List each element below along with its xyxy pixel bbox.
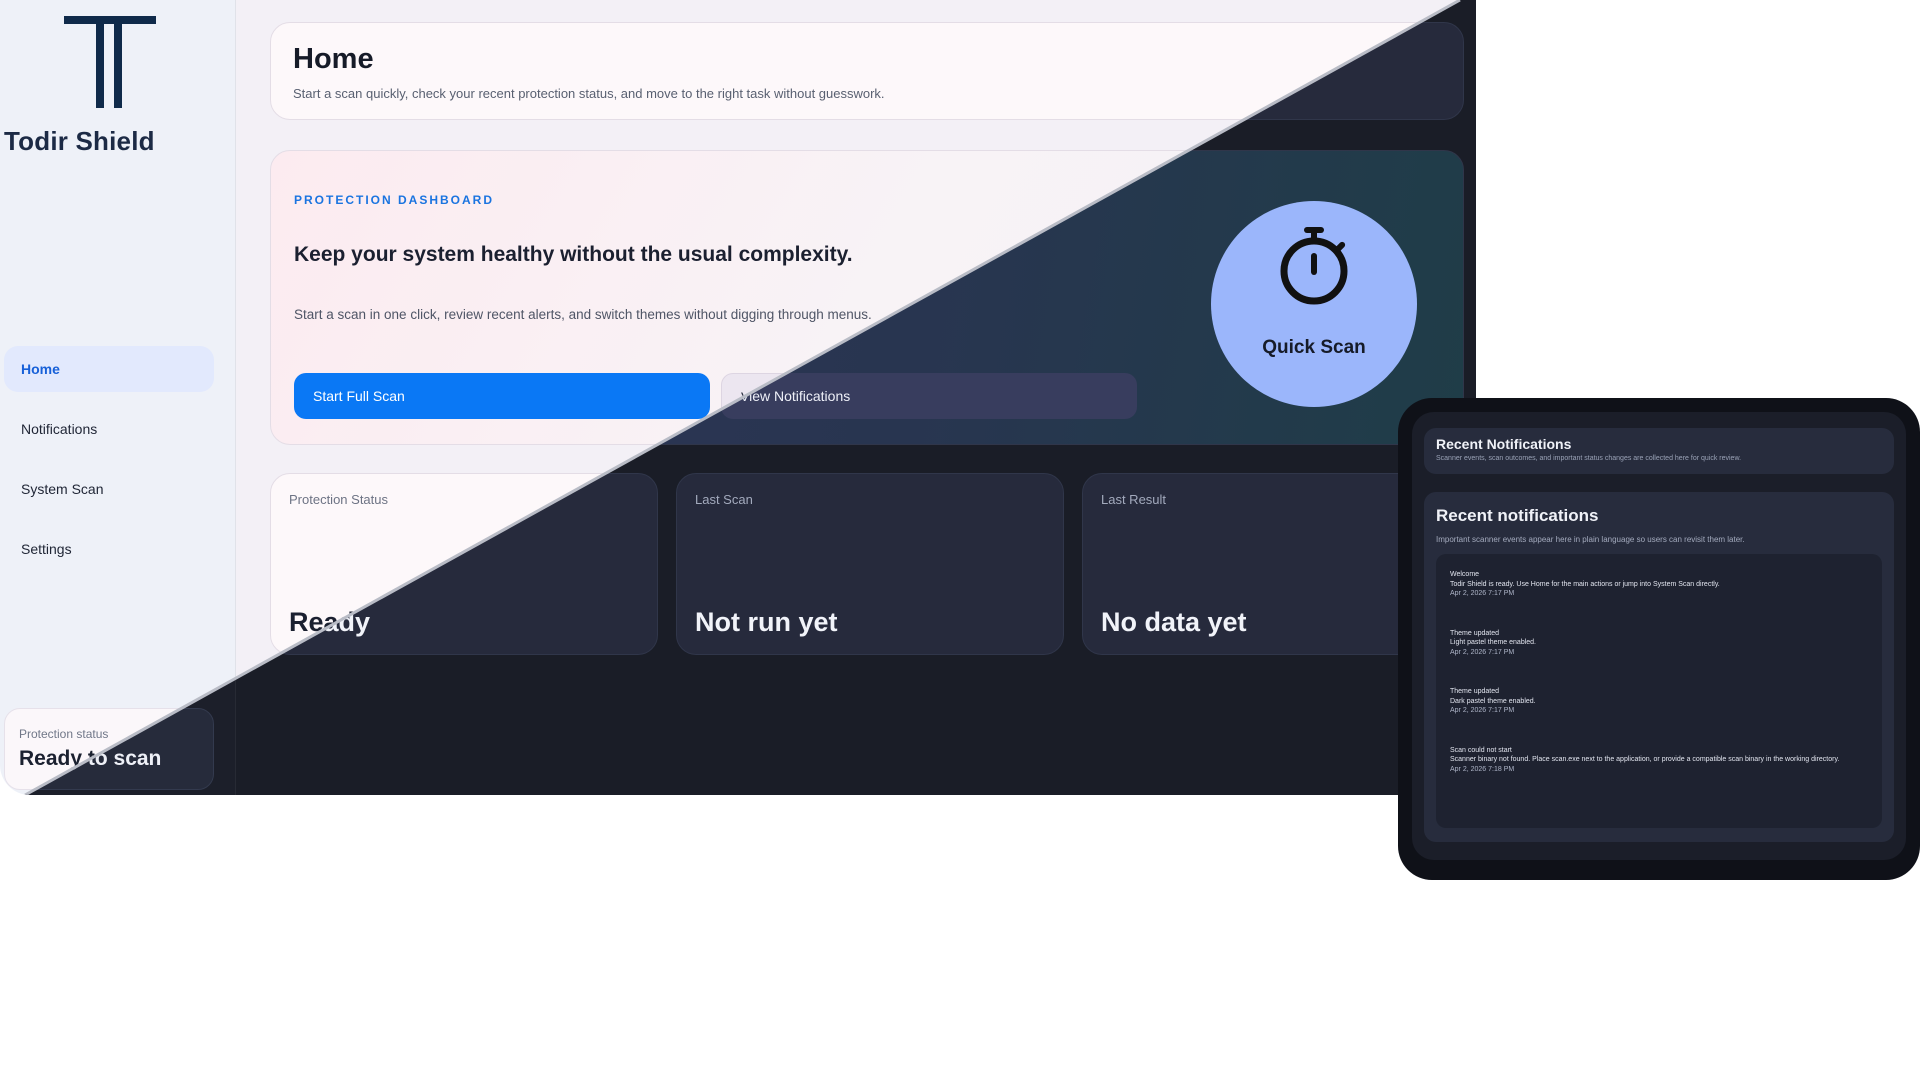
page-subtitle: Start a scan quickly, check your recent … (293, 86, 885, 101)
sidebar-item-notifications[interactable]: Notifications (4, 406, 214, 452)
device-screen: Recent Notifications Scanner events, sca… (1412, 412, 1906, 860)
stat-value: No data yet (1101, 607, 1247, 637)
notifications-panel: Recent notifications Important scanner e… (1424, 492, 1894, 842)
tower-t-logo-icon (64, 16, 156, 108)
sidebar: Todir Shield Home Notifications System S… (0, 0, 236, 795)
notification-item[interactable]: Theme updated Dark pastel theme enabled.… (1450, 687, 1868, 716)
notification-body: Dark pastel theme enabled. (1450, 697, 1536, 705)
hero-text: Start a scan in one click, review recent… (294, 307, 872, 322)
notification-body: Scanner binary not found. Place scan.exe… (1450, 756, 1840, 763)
notifications-panel-title: Recent notifications (1436, 506, 1599, 525)
notifications-device-preview: Recent Notifications Scanner events, sca… (1398, 398, 1920, 880)
view-notifications-button[interactable]: View Notifications (721, 373, 1137, 419)
notification-title: Theme updated (1450, 688, 1500, 695)
sidebar-item-system-scan[interactable]: System Scan (4, 466, 214, 512)
start-full-scan-button[interactable]: Start Full Scan (294, 373, 710, 419)
notification-body: Light pastel theme enabled. (1450, 639, 1537, 646)
stat-value: Not run yet (695, 607, 838, 637)
notification-item[interactable]: Welcome Todir Shield is ready. Use Home … (1450, 570, 1868, 599)
notification-time: Apr 2, 2026 7:17 PM (1450, 590, 1515, 597)
notification-time: Apr 2, 2026 7:18 PM (1450, 765, 1515, 773)
stage: Todir Shield Home Notifications System S… (0, 0, 1920, 1080)
notification-list: Welcome Todir Shield is ready. Use Home … (1436, 554, 1882, 828)
notification-item[interactable]: Theme updated Light pastel theme enabled… (1450, 629, 1868, 658)
sidebar-nav: Home Notifications System Scan Settings (4, 346, 214, 586)
notification-item[interactable]: Scan could not start Scanner binary not … (1450, 746, 1868, 775)
device-header-subtitle: Scanner events, scan outcomes, and impor… (1436, 455, 1742, 462)
stat-last-scan: Last Scan Not run yet (676, 473, 1064, 655)
notification-title: Scan could not start (1450, 746, 1512, 754)
quick-scan-button[interactable]: Quick Scan (1211, 201, 1417, 407)
app-window: Todir Shield Home Notifications System S… (0, 0, 1476, 795)
stat-label: Last Scan (695, 492, 753, 507)
hero-title: Keep your system healthy without the usu… (294, 243, 853, 266)
sidebar-item-settings[interactable]: Settings (4, 526, 214, 572)
notification-title: Theme updated (1450, 629, 1500, 637)
notification-time: Apr 2, 2026 7:17 PM (1450, 648, 1515, 656)
page-title: Home (293, 43, 374, 75)
quick-scan-label: Quick Scan (1262, 337, 1366, 358)
notifications-panel-subtitle: Important scanner events appear here in … (1436, 535, 1745, 544)
brand-name: Todir Shield (4, 126, 155, 156)
sidebar-item-home[interactable]: Home (4, 346, 214, 392)
notification-title: Welcome (1450, 571, 1480, 578)
device-header: Recent Notifications Scanner events, sca… (1424, 428, 1894, 474)
notification-time: Apr 2, 2026 7:17 PM (1450, 707, 1515, 714)
device-header-title: Recent Notifications (1436, 436, 1572, 452)
hero-eyebrow: PROTECTION DASHBOARD (294, 193, 495, 207)
notification-body: Todir Shield is ready. Use Home for the … (1450, 580, 1720, 588)
stopwatch-icon (1280, 227, 1348, 305)
